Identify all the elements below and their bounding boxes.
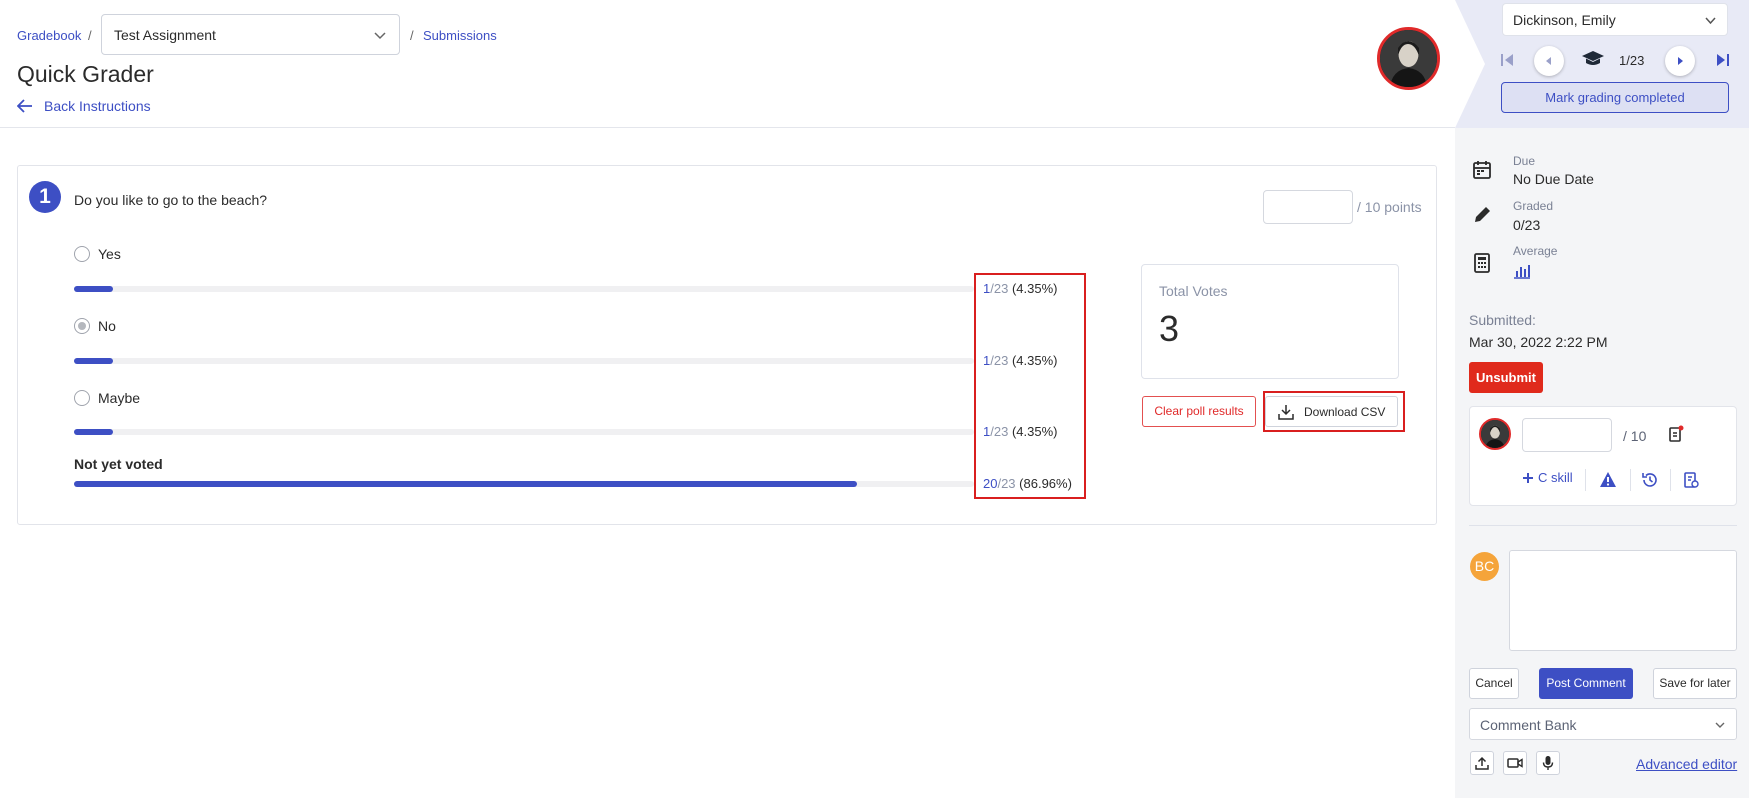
question-number: 1 xyxy=(29,181,61,213)
breadcrumb-separator: / xyxy=(88,28,92,43)
panel-wedge xyxy=(1455,0,1485,128)
grade-input[interactable] xyxy=(1522,418,1612,452)
student-avatar xyxy=(1377,27,1440,90)
option-radio-maybe[interactable] xyxy=(74,390,90,406)
total-votes-value: 3 xyxy=(1159,308,1180,349)
pencil-icon xyxy=(1475,207,1490,222)
student-select-value: Dickinson, Emily xyxy=(1513,12,1616,28)
stats-highlight xyxy=(974,273,1086,499)
cancel-button[interactable]: Cancel xyxy=(1469,668,1519,699)
upload-button[interactable] xyxy=(1470,751,1494,775)
student-position: 1/23 xyxy=(1619,53,1645,68)
breadcrumb-gradebook[interactable]: Gradebook xyxy=(17,28,81,43)
commenter-avatar: BC xyxy=(1470,552,1499,581)
caret-left-icon xyxy=(1546,57,1551,65)
chevron-down-icon xyxy=(1705,17,1716,25)
clear-poll-results-button[interactable]: Clear poll results xyxy=(1142,396,1256,427)
comment-bank-select[interactable]: Comment Bank xyxy=(1469,708,1737,740)
save-for-later-button[interactable]: Save for later xyxy=(1653,668,1737,699)
comment-textarea[interactable] xyxy=(1509,550,1737,651)
submitted-value: Mar 30, 2022 2:22 PM xyxy=(1469,334,1608,350)
option-bar-fill xyxy=(74,358,114,364)
not-voted-label: Not yet voted xyxy=(74,456,163,472)
points-total-label: / 10 points xyxy=(1357,199,1422,215)
arrow-left-icon xyxy=(17,99,32,113)
post-comment-button[interactable]: Post Comment xyxy=(1539,668,1633,699)
header: Gradebook / Test Assignment / Submission… xyxy=(0,0,1455,128)
bar-chart-icon[interactable] xyxy=(1513,263,1531,279)
assignment-select[interactable]: Test Assignment xyxy=(101,14,400,55)
not-voted-bar-fill xyxy=(74,481,857,487)
microphone-button[interactable] xyxy=(1536,751,1560,775)
due-label: Due xyxy=(1513,154,1536,168)
divider xyxy=(1630,469,1631,491)
assignment-select-value: Test Assignment xyxy=(114,27,216,43)
not-voted-bar xyxy=(74,481,974,487)
option-label: Yes xyxy=(98,246,121,262)
history-icon[interactable] xyxy=(1641,471,1659,489)
total-votes-label: Total Votes xyxy=(1159,283,1228,299)
divider xyxy=(1585,469,1586,491)
document-settings-icon[interactable] xyxy=(1683,471,1699,489)
portrait-icon xyxy=(1481,420,1509,448)
download-highlight xyxy=(1263,391,1405,432)
page-title: Quick Grader xyxy=(17,61,154,87)
unsubmit-button[interactable]: Unsubmit xyxy=(1469,362,1543,393)
back-instructions-label: Back Instructions xyxy=(44,98,151,114)
student-select[interactable]: Dickinson, Emily xyxy=(1502,3,1728,36)
question-text: Do you like to go to the beach? xyxy=(74,192,268,208)
divider xyxy=(1469,525,1737,526)
due-value: No Due Date xyxy=(1513,171,1594,187)
caret-right-icon xyxy=(1678,57,1683,65)
option-bar-fill xyxy=(74,429,114,435)
video-icon xyxy=(1507,758,1523,768)
back-instructions-link[interactable]: Back Instructions xyxy=(17,97,151,115)
advanced-editor-link[interactable]: Advanced editor xyxy=(1636,756,1737,772)
option-radio-no[interactable] xyxy=(74,318,90,334)
option-label: Maybe xyxy=(98,390,141,406)
student-mini-avatar xyxy=(1479,418,1511,450)
calendar-icon xyxy=(1473,161,1491,179)
breadcrumb-submissions[interactable]: Submissions xyxy=(423,28,497,43)
option-bar xyxy=(74,358,974,364)
warning-icon[interactable] xyxy=(1599,471,1617,488)
portrait-icon xyxy=(1380,30,1437,87)
calculator-icon xyxy=(1474,253,1490,273)
video-button[interactable] xyxy=(1503,751,1527,775)
breadcrumb-separator: / xyxy=(410,28,414,43)
chevron-down-icon xyxy=(374,32,386,40)
graduation-cap-icon xyxy=(1582,51,1604,65)
last-student-icon[interactable] xyxy=(1716,53,1730,67)
option-radio-yes[interactable] xyxy=(74,246,90,262)
average-label: Average xyxy=(1513,244,1558,258)
rubric-icon[interactable] xyxy=(1668,425,1684,443)
microphone-icon xyxy=(1542,756,1554,770)
plus-icon xyxy=(1523,472,1533,483)
option-label: No xyxy=(98,318,116,334)
next-student-button[interactable] xyxy=(1665,46,1695,76)
option-bar xyxy=(74,286,974,292)
total-votes-card xyxy=(1141,264,1399,379)
mark-grading-completed-button[interactable]: Mark grading completed xyxy=(1501,82,1729,113)
upload-icon xyxy=(1475,756,1489,770)
chevron-down-icon xyxy=(1715,722,1725,728)
graded-label: Graded xyxy=(1513,199,1554,213)
option-bar xyxy=(74,429,974,435)
option-bar-fill xyxy=(74,286,114,292)
prev-student-button[interactable] xyxy=(1534,46,1564,76)
add-skill-label: C skill xyxy=(1538,470,1573,485)
first-student-icon[interactable] xyxy=(1500,53,1514,67)
add-skill-button[interactable]: C skill xyxy=(1522,470,1573,485)
submitted-label: Submitted: xyxy=(1469,312,1536,328)
divider xyxy=(1670,469,1671,491)
comment-bank-value: Comment Bank xyxy=(1480,717,1577,733)
graded-value: 0/23 xyxy=(1513,217,1541,233)
points-input[interactable] xyxy=(1263,190,1353,224)
grade-max-label: / 10 xyxy=(1623,428,1647,444)
